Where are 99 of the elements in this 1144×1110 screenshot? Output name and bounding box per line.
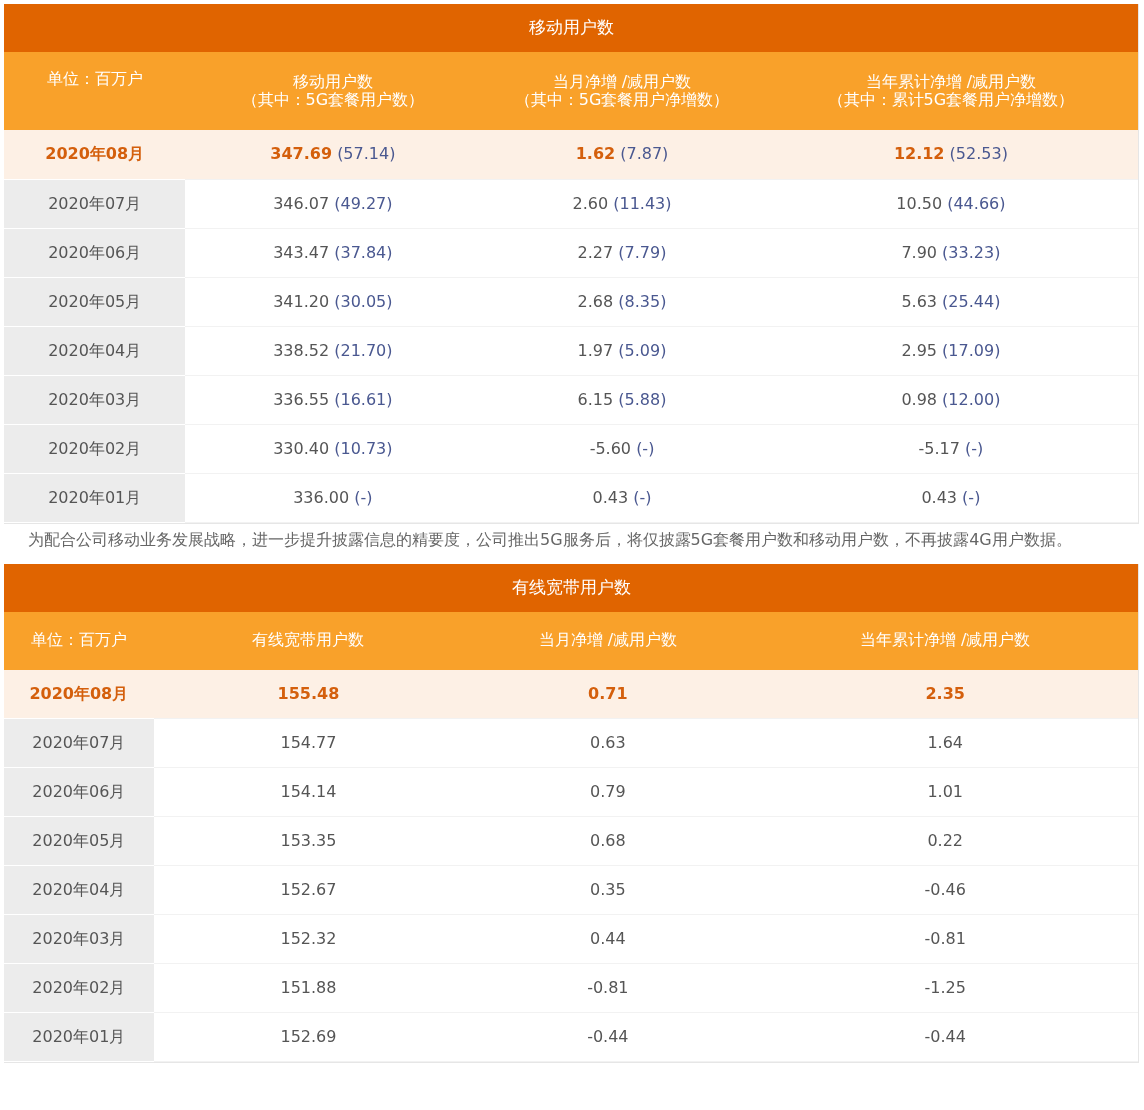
cell-note: (16.61) xyxy=(334,389,393,409)
cell-value: -0.81 xyxy=(587,978,629,997)
column-header: 当月净增 /减用户数 （其中：5G套餐用户净增数） xyxy=(480,52,764,130)
cell-value: 2.27 xyxy=(577,242,614,262)
column-header: 当年累计净增 /减用户数 （其中：累计5G套餐用户净增数） xyxy=(763,52,1138,130)
cell-note: (7.79) xyxy=(618,242,667,262)
cell-note: (-) xyxy=(965,438,984,458)
cell-value: 0.68 xyxy=(590,831,626,850)
cell-value: 5.63 xyxy=(901,291,937,311)
month-label: 2020年07月 xyxy=(32,733,126,752)
cell-value: 2.35 xyxy=(925,683,965,703)
cell-value: 12.12 xyxy=(893,144,945,164)
cell-value: 0.63 xyxy=(590,733,626,752)
cell-value: 341.20 xyxy=(273,291,330,311)
cell-value: 338.52 xyxy=(273,340,330,360)
cell-note: (11.43) xyxy=(613,193,672,213)
cell-value: 336.55 xyxy=(273,389,330,409)
cell-note: (-) xyxy=(633,487,652,507)
cell-note: (21.70) xyxy=(334,340,393,360)
cell-note: (25.44) xyxy=(942,291,1001,311)
cell-note: (30.05) xyxy=(334,291,393,311)
cell-value: -0.81 xyxy=(924,929,966,948)
cell-note: (17.09) xyxy=(942,340,1001,360)
cell-value: 152.67 xyxy=(280,880,337,899)
cell-note: (37.84) xyxy=(334,242,393,262)
cell-value: 0.43 xyxy=(921,487,957,507)
cell-value: 7.90 xyxy=(901,242,937,262)
month-label: 2020年02月 xyxy=(48,438,142,458)
cell-value: -1.25 xyxy=(924,978,966,997)
cell-value: 0.35 xyxy=(590,880,626,899)
cell-note: (52.53) xyxy=(949,144,1008,164)
cell-value: 0.44 xyxy=(590,929,626,948)
cell-value: 346.07 xyxy=(273,193,330,213)
cell-value: 0.79 xyxy=(590,782,626,801)
cell-value: 152.32 xyxy=(280,929,337,948)
cell-value: 155.48 xyxy=(277,683,340,703)
month-label: 2020年05月 xyxy=(32,831,126,850)
cell-value: 2.95 xyxy=(901,340,937,360)
month-label: 2020年03月 xyxy=(48,389,142,409)
cell-value: 153.35 xyxy=(280,831,337,850)
cell-value: 2.60 xyxy=(572,193,609,213)
month-label: 2020年08月 xyxy=(29,683,129,703)
cell-note: (5.88) xyxy=(618,389,667,409)
month-label: 2020年08月 xyxy=(45,144,145,164)
cell-note: (5.09) xyxy=(618,340,667,360)
cell-value: 1.62 xyxy=(575,144,616,164)
cell-note: (-) xyxy=(636,438,655,458)
column-header: 单位：百万户 xyxy=(4,611,154,670)
column-header: 移动用户数 （其中：5G套餐用户数） xyxy=(185,52,481,130)
cell-note: (49.27) xyxy=(334,193,393,213)
cell-value: 1.64 xyxy=(927,733,963,752)
cell-value: 0.22 xyxy=(927,831,963,850)
cell-value: -5.17 xyxy=(918,438,960,458)
month-label: 2020年06月 xyxy=(48,242,142,262)
cell-note: (-) xyxy=(354,487,373,507)
column-header: 当年累计净增 /减用户数 xyxy=(752,611,1138,670)
cell-note: (57.14) xyxy=(337,144,396,164)
cell-value: 152.69 xyxy=(280,1027,337,1046)
month-label: 2020年06月 xyxy=(32,782,126,801)
month-label: 2020年01月 xyxy=(32,1027,126,1046)
month-label: 2020年02月 xyxy=(32,978,126,997)
cell-note: (8.35) xyxy=(618,291,667,311)
month-label: 2020年01月 xyxy=(48,487,142,507)
cell-value: 1.01 xyxy=(927,782,963,801)
cell-value: 151.88 xyxy=(280,978,337,997)
cell-note: (33.23) xyxy=(942,242,1001,262)
cell-value: 10.50 xyxy=(896,193,943,213)
cell-note: (10.73) xyxy=(334,438,393,458)
month-label: 2020年07月 xyxy=(48,193,142,213)
month-label: 2020年03月 xyxy=(32,929,126,948)
cell-note: (-) xyxy=(962,487,981,507)
cell-value: 154.14 xyxy=(280,782,337,801)
cell-value: 0.71 xyxy=(588,683,628,703)
cell-value: 330.40 xyxy=(273,438,330,458)
cell-note: (7.87) xyxy=(620,144,669,164)
cell-value: -0.44 xyxy=(924,1027,966,1046)
table-title: 移动用户数 xyxy=(4,4,1138,52)
cell-value: 154.77 xyxy=(280,733,337,752)
cell-value: -0.46 xyxy=(924,880,966,899)
cell-value: 336.00 xyxy=(293,487,350,507)
month-label: 2020年04月 xyxy=(48,340,142,360)
cell-value: 0.43 xyxy=(592,487,629,507)
cell-value: 347.69 xyxy=(270,144,333,164)
month-label: 2020年04月 xyxy=(32,880,126,899)
cell-value: 2.68 xyxy=(577,291,614,311)
cell-note: (12.00) xyxy=(942,389,1001,409)
cell-value: 1.97 xyxy=(577,340,614,360)
cell-value: 0.98 xyxy=(901,389,937,409)
month-label: 2020年05月 xyxy=(48,291,142,311)
table-title: 有线宽带用户数 xyxy=(4,563,1138,612)
cell-note: (44.66) xyxy=(947,193,1006,213)
cell-value: -0.44 xyxy=(587,1027,629,1046)
footnote: 为配合公司移动业务发展战略，进一步提升披露信息的精要度，公司推出5G服务后，将仅披露5G套餐用户数和移动用户数，不再披露4G用户数据。 xyxy=(27,528,1073,551)
column-header: 当月净增 /减用户数 xyxy=(463,611,753,670)
column-header: 有线宽带用户数 xyxy=(153,611,464,670)
column-header: 单位：百万户 xyxy=(4,52,186,130)
cell-value: 6.15 xyxy=(577,389,614,409)
cell-value: 343.47 xyxy=(273,242,330,262)
cell-value: -5.60 xyxy=(589,438,632,458)
